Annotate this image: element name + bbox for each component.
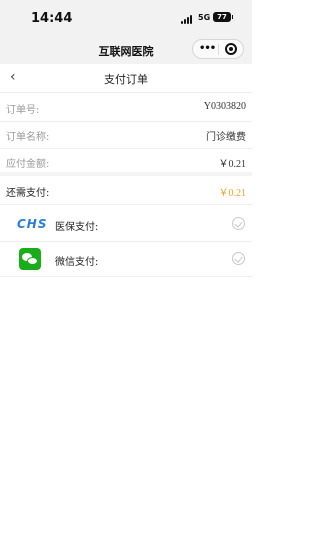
amount-payable-label: 应付金额: (6, 159, 50, 170)
check-circle-icon[interactable] (232, 252, 245, 265)
battery-icon: 77 (213, 12, 233, 22)
payment-option-medical-insurance[interactable]: CHS 医保支付: (0, 207, 252, 242)
capsule-menu: ••• (192, 39, 244, 59)
check-circle-icon[interactable] (232, 217, 245, 230)
amount-payable-value: ￥0.21 (218, 159, 247, 170)
wechat-icon (19, 248, 41, 270)
close-icon[interactable] (225, 43, 237, 55)
payment-option-wechat[interactable]: 微信支付: (0, 242, 252, 277)
page-header: ‹ 支付订单 (0, 64, 252, 93)
chs-logo-icon: CHS (17, 217, 48, 231)
mini-program-title-bar: 互联网医院 ••• (0, 34, 252, 64)
signal-icon (181, 15, 195, 24)
amount-due-label: 还需支付: (6, 188, 50, 199)
status-time: 14:44 (31, 11, 73, 26)
order-name-label: 订单名称: (6, 132, 50, 143)
amount-due-value: ￥0.21 (218, 188, 247, 199)
medical-insurance-label: 医保支付: (55, 222, 99, 233)
page-title: 支付订单 (104, 73, 148, 86)
wechat-pay-label: 微信支付: (55, 257, 99, 268)
order-number-value: Y0303820 (203, 101, 246, 112)
order-name-value: 门诊缴费 (206, 132, 246, 143)
status-bar: 14:44 5G 77 (0, 0, 252, 34)
order-number-row: 订单号: Y0303820 (0, 93, 252, 122)
amount-due-row: 还需支付: ￥0.21 (0, 176, 252, 205)
capsule-divider (218, 44, 219, 55)
order-number-label: 订单号: (6, 105, 40, 116)
order-name-row: 订单名称: 门诊缴费 (0, 120, 252, 149)
network-type: 5G (198, 13, 211, 22)
more-icon[interactable]: ••• (199, 43, 216, 55)
